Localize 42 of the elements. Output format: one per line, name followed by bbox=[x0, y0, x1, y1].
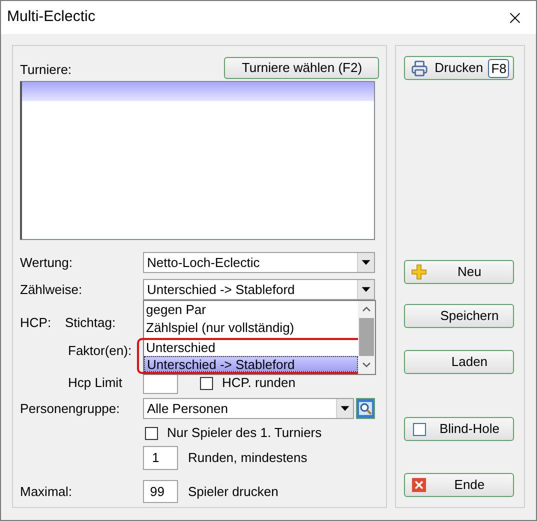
dropdown-option[interactable]: Zählspiel (nur vollständig) bbox=[144, 320, 358, 338]
action-button[interactable]: Blind-Hole bbox=[404, 417, 514, 441]
zaehlweise-label: Zählweise: bbox=[20, 280, 84, 299]
hcp-label: HCP: bbox=[20, 314, 52, 332]
dropdown-option[interactable]: Unterschied bbox=[144, 340, 358, 356]
zaehlweise-dropdown[interactable]: Unterschied -> Stableford bbox=[143, 279, 375, 300]
plus-icon bbox=[411, 264, 428, 280]
choose-tournaments-button[interactable]: Turniere wählen (F2) bbox=[224, 57, 380, 79]
tournament-list[interactable] bbox=[20, 81, 375, 240]
action-button[interactable]: Speichern bbox=[404, 304, 514, 328]
dropdown-option[interactable]: gegen Par bbox=[144, 302, 358, 320]
rounds-field[interactable]: 1 bbox=[143, 446, 178, 470]
faktor-label: Faktor(en): bbox=[68, 342, 132, 360]
search-button[interactable] bbox=[356, 398, 375, 419]
hcp-limit-label: Hcp Limit bbox=[68, 374, 124, 392]
checkbox[interactable] bbox=[200, 376, 213, 390]
shortcut-key: F8 bbox=[488, 58, 510, 78]
wertung-dropdown[interactable]: Netto-Loch-Eclectic bbox=[143, 252, 375, 273]
maximal-suffix: Spieler drucken bbox=[188, 482, 278, 501]
dropdown-option[interactable]: Unterschied -> Stableford bbox=[144, 356, 358, 372]
round-hcp-label: HCP. runden bbox=[222, 374, 296, 392]
action-button[interactable]: Ende bbox=[404, 473, 514, 497]
close-icon bbox=[412, 478, 426, 492]
action-button[interactable]: Drucken F8 bbox=[404, 56, 514, 80]
action-button[interactable]: Laden bbox=[404, 350, 514, 374]
only-first-label: Nur Spieler des 1. Turniers bbox=[167, 424, 322, 442]
tournaments-label: Turniere: bbox=[20, 60, 72, 78]
search-icon bbox=[359, 402, 372, 415]
personengruppe-dropdown[interactable]: Alle Personen bbox=[143, 398, 354, 419]
window-title: Multi-Eclectic bbox=[7, 7, 96, 28]
scroll-thumb[interactable] bbox=[359, 318, 374, 356]
personengruppe-label: Personengruppe: bbox=[20, 400, 121, 418]
rounds-label: Runden, mindestens bbox=[188, 449, 308, 468]
action-button[interactable]: Neu bbox=[404, 260, 514, 284]
wertung-label: Wertung: bbox=[20, 254, 74, 272]
checkbox[interactable] bbox=[412, 422, 426, 436]
scrollbar[interactable] bbox=[358, 301, 375, 374]
maximal-label: Maximal: bbox=[20, 482, 74, 501]
printer-icon bbox=[410, 60, 428, 76]
checkbox[interactable] bbox=[145, 426, 158, 440]
stichtag-label: Stichtag: bbox=[65, 314, 116, 332]
maximal-field[interactable]: 99 bbox=[143, 480, 178, 503]
